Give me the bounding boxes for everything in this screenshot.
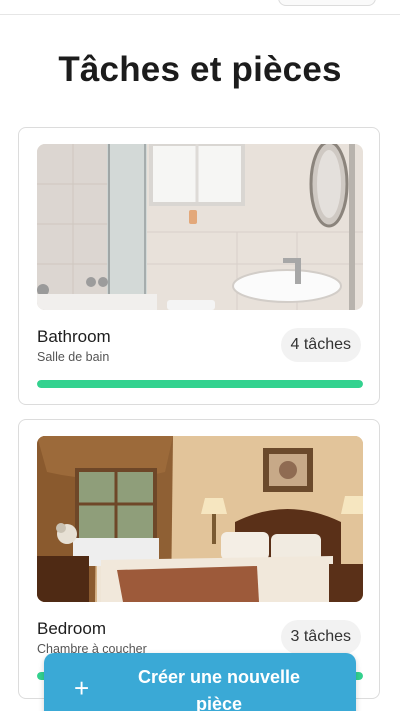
app-screen: Tâches et pièces Bathroom Salle de bain … bbox=[0, 0, 400, 711]
bedroom-photo bbox=[37, 436, 363, 602]
page-title: Tâches et pièces bbox=[58, 50, 342, 89]
task-count-badge: 3 tâches bbox=[280, 620, 361, 654]
room-subtitle: Salle de bain bbox=[37, 350, 110, 364]
room-name: Bedroom bbox=[37, 619, 106, 638]
task-count-badge: 4 tâches bbox=[280, 328, 361, 362]
room-name: Bathroom bbox=[37, 327, 111, 346]
plus-icon: + bbox=[74, 673, 90, 703]
progress-fill bbox=[37, 380, 363, 388]
room-card-bathroom[interactable]: Bathroom Salle de bain 4 tâches bbox=[18, 127, 380, 405]
create-room-button[interactable]: + Créer une nouvelle pièce bbox=[44, 653, 356, 711]
create-room-label: Créer une nouvelle pièce bbox=[137, 667, 301, 711]
progress-bar bbox=[37, 380, 363, 388]
top-control[interactable] bbox=[278, 0, 376, 6]
top-bar bbox=[0, 0, 400, 15]
bathroom-photo bbox=[37, 144, 363, 310]
